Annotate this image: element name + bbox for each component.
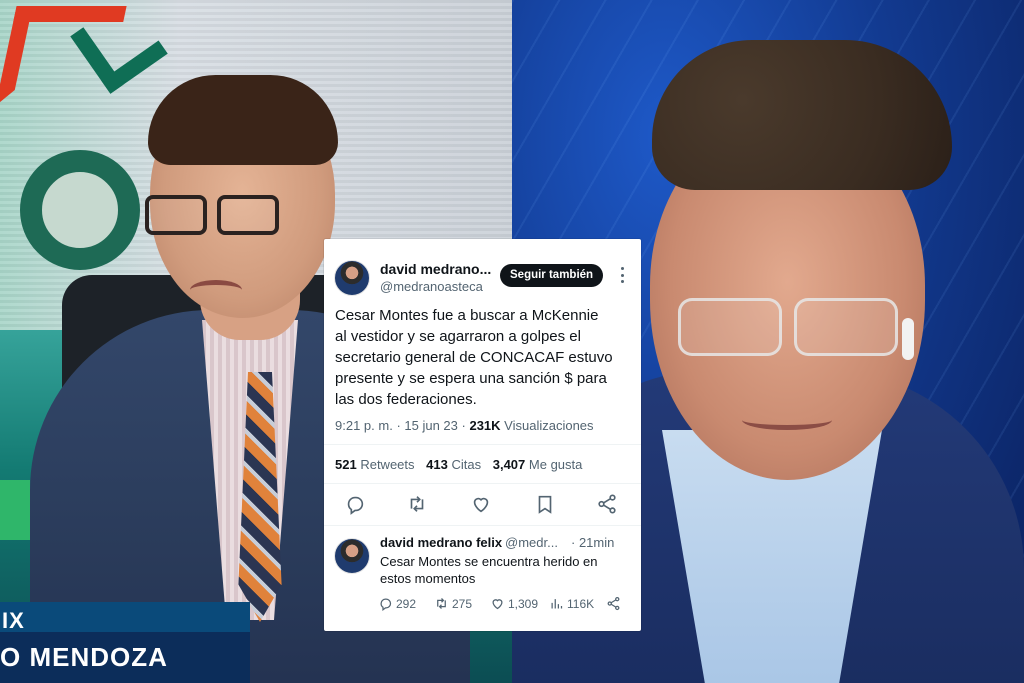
reply-views-button[interactable]: 116K [549, 596, 594, 611]
tweet-text-line: al vestidor y se agarraron a golpes el [335, 328, 581, 345]
tweet-timestamp: 9:21 p. m. · 15 jun 23 · 231K Visualizac… [335, 418, 594, 433]
quotes-count: 413 [426, 457, 448, 472]
reply-retweets-button[interactable]: 275 [434, 596, 472, 611]
retweet-icon [437, 598, 446, 609]
reply-retweets-count: 275 [452, 596, 473, 611]
retweets-label: Retweets [360, 457, 415, 472]
tweet-action-bar [344, 493, 624, 517]
share-icon[interactable] [596, 493, 618, 515]
studio-green-accent [0, 480, 30, 540]
tweet-text-line: Cesar Montes fue a buscar a McKennie [335, 307, 599, 324]
reply-text: Cesar Montes se encuentra herido en esto… [380, 553, 630, 587]
like-icon [492, 599, 503, 610]
retweets-stat[interactable]: 521 Retweets [335, 457, 415, 472]
likes-count: 3,407 [492, 457, 526, 472]
presenter-right-hair [652, 40, 952, 190]
divider [324, 483, 641, 484]
studio-logo-ring [20, 150, 140, 270]
divider [324, 525, 641, 526]
reply-icon[interactable] [344, 493, 366, 515]
lower-third-prefix: IX [2, 608, 25, 633]
divider [324, 444, 641, 445]
reply-likes-button[interactable]: 1,309 [490, 596, 538, 611]
reply-icon [380, 598, 392, 611]
tweet-date[interactable]: 15 jun 23 [404, 418, 458, 433]
more-options-icon[interactable] [620, 267, 624, 283]
reply-views-count: 116K [567, 596, 595, 611]
reply-text-line: estos momentos [380, 571, 476, 586]
tweet-text-line: presente y se espera una sanción $ para [335, 370, 607, 387]
views-count: 231K [469, 418, 501, 433]
reply-replies-button[interactable]: 292 [378, 596, 416, 611]
follow-button[interactable]: Seguir también [500, 264, 604, 287]
avatar[interactable] [334, 260, 370, 296]
presenter-left-hair [148, 75, 338, 165]
reply-likes-count: 1,309 [508, 596, 539, 611]
tweet-author-handle[interactable]: @medranoasteca [380, 279, 483, 294]
reply-text-line: Cesar Montes se encuentra herido en [380, 554, 598, 569]
quotes-stat[interactable]: 413 Citas [426, 457, 481, 472]
presenter-right-mouth [742, 410, 832, 430]
earpiece [902, 318, 914, 360]
likes-stat[interactable]: 3,407 Me gusta [493, 457, 583, 472]
reply-avatar[interactable] [334, 538, 370, 574]
tweet-stats: 521 Retweets 413 Citas 3,407 Me gusta [335, 457, 582, 472]
retweets-count: 521 [335, 457, 357, 472]
lower-third-bar-top [0, 602, 250, 632]
presenter-left-glasses [145, 195, 295, 240]
tweet-text-line: las dos federaciones. [335, 391, 477, 408]
bookmark-icon[interactable] [534, 493, 556, 515]
share-icon [607, 596, 620, 611]
like-icon[interactable] [470, 493, 492, 515]
reply-author-handle[interactable]: @medr... [505, 535, 558, 550]
tweet-time[interactable]: 9:21 p. m. [335, 418, 393, 433]
retweet-icon[interactable] [406, 493, 428, 515]
reply-share-button[interactable] [606, 596, 621, 611]
reply-action-bar: 292 275 1,309 116K [378, 596, 628, 614]
tweet-text-line: secretario general de CONCACAF estuvo [335, 349, 613, 366]
likes-label: Me gusta [528, 457, 583, 472]
reply-replies-count: 292 [396, 596, 417, 611]
reply-author-name[interactable]: david medrano felix [380, 535, 502, 550]
presenter-left-mouth [190, 280, 242, 300]
views-chart-icon [551, 599, 563, 609]
views-label: Visualizaciones [504, 418, 594, 433]
tweet-author-name[interactable]: david medrano... [380, 261, 491, 277]
presenter-right-glasses [678, 298, 908, 360]
tweet-card: david medrano... @medranoasteca Seguir t… [324, 239, 641, 631]
quotes-label: Citas [451, 457, 482, 472]
reply-timestamp[interactable]: · 21min [571, 535, 614, 550]
lower-third-name: O MENDOZA [0, 642, 168, 672]
tweet-text: Cesar Montes fue a buscar a McKennie al … [335, 305, 631, 410]
